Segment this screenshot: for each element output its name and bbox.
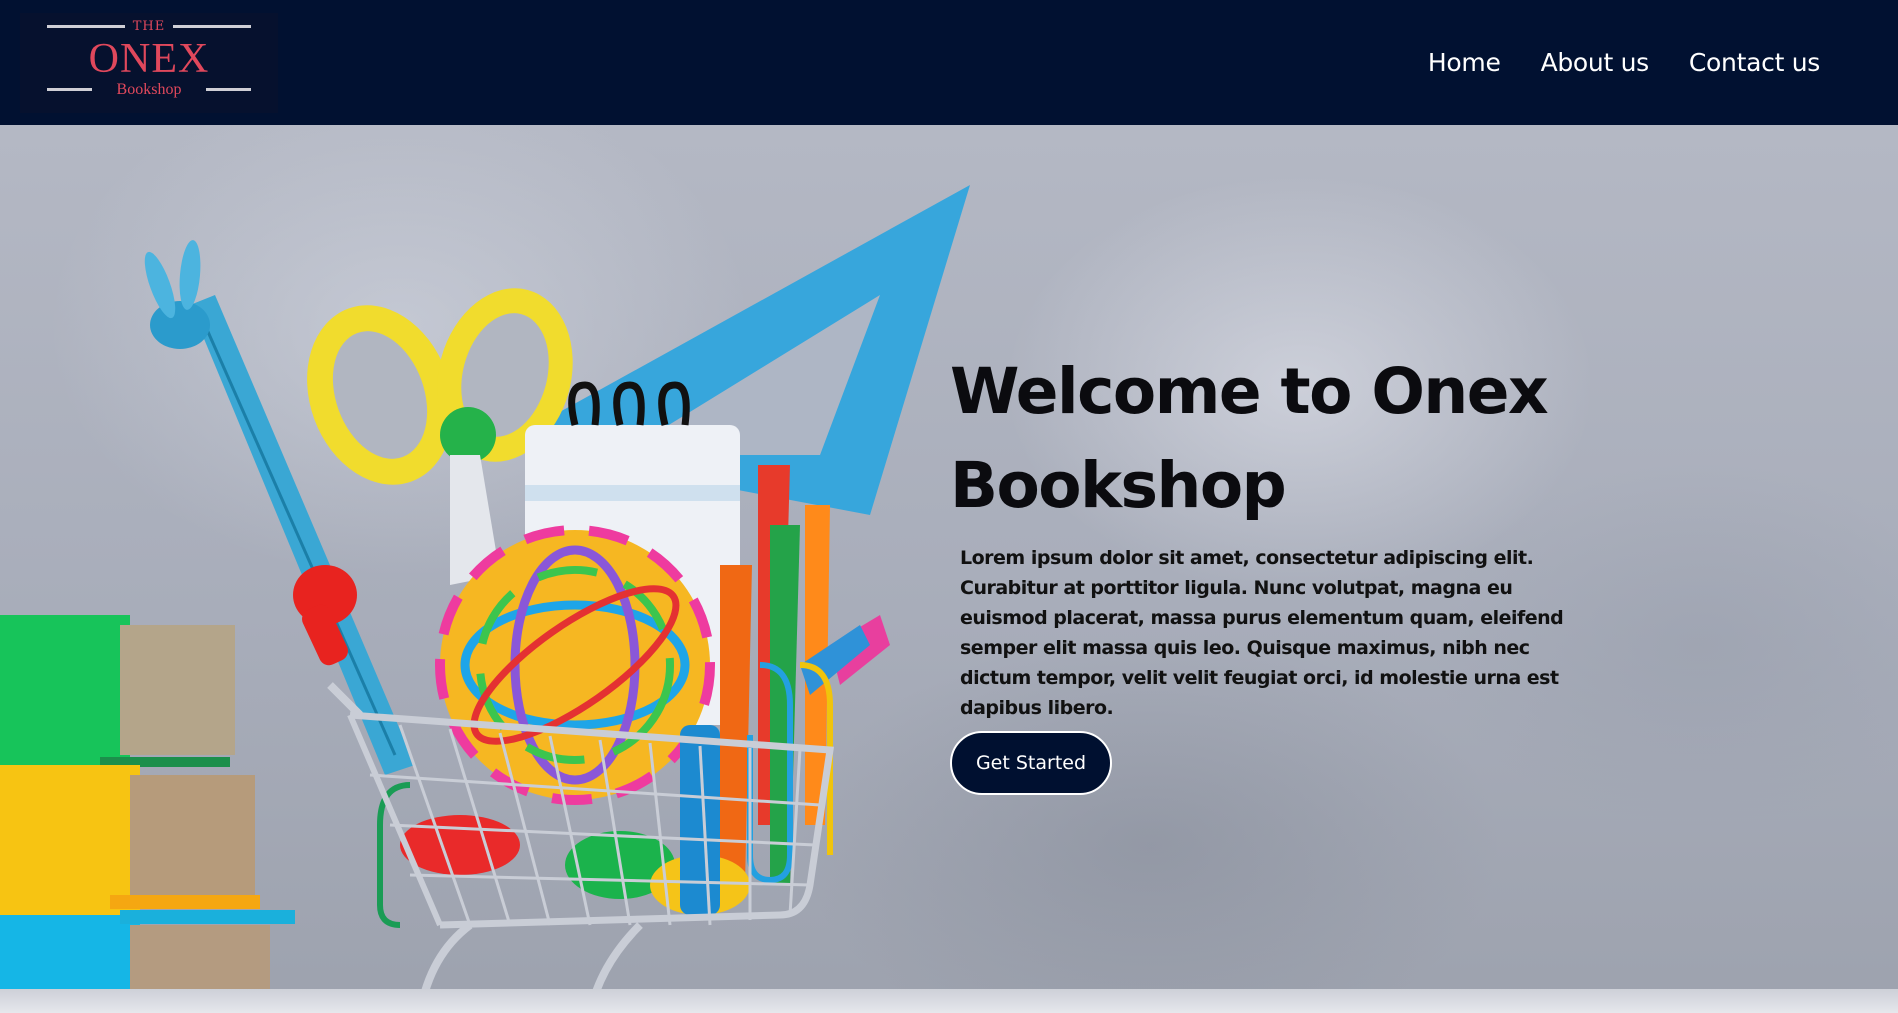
hero-title: Welcome to Onex Bookshop [950, 355, 1549, 522]
navbar: THE ONEX Bookshop Home About us Contact … [0, 0, 1898, 125]
pencils-illustration [720, 465, 890, 885]
rubber-band-ball-illustration [435, 525, 715, 805]
get-started-button[interactable]: Get Started [950, 731, 1112, 795]
logo-top-text: THE [132, 19, 166, 34]
logo[interactable]: THE ONEX Bookshop [20, 13, 278, 113]
logo-name: ONEX [88, 36, 210, 82]
hero-section: Welcome to Onex Bookshop Lorem ipsum dol… [0, 125, 1898, 1013]
hero-floor [0, 989, 1898, 1013]
hero-description: Lorem ipsum dolor sit amet, consectetur … [960, 547, 1564, 719]
book-stack-illustration [0, 615, 295, 1013]
logo-subtitle: Bookshop [116, 81, 182, 98]
stationery-cart-illustration [0, 185, 970, 1013]
nav-link-contact-us[interactable]: Contact us [1689, 48, 1820, 77]
nav-link-home[interactable]: Home [1428, 48, 1501, 77]
main-nav: Home About us Contact us [1428, 48, 1820, 77]
nav-link-about-us[interactable]: About us [1541, 48, 1650, 77]
